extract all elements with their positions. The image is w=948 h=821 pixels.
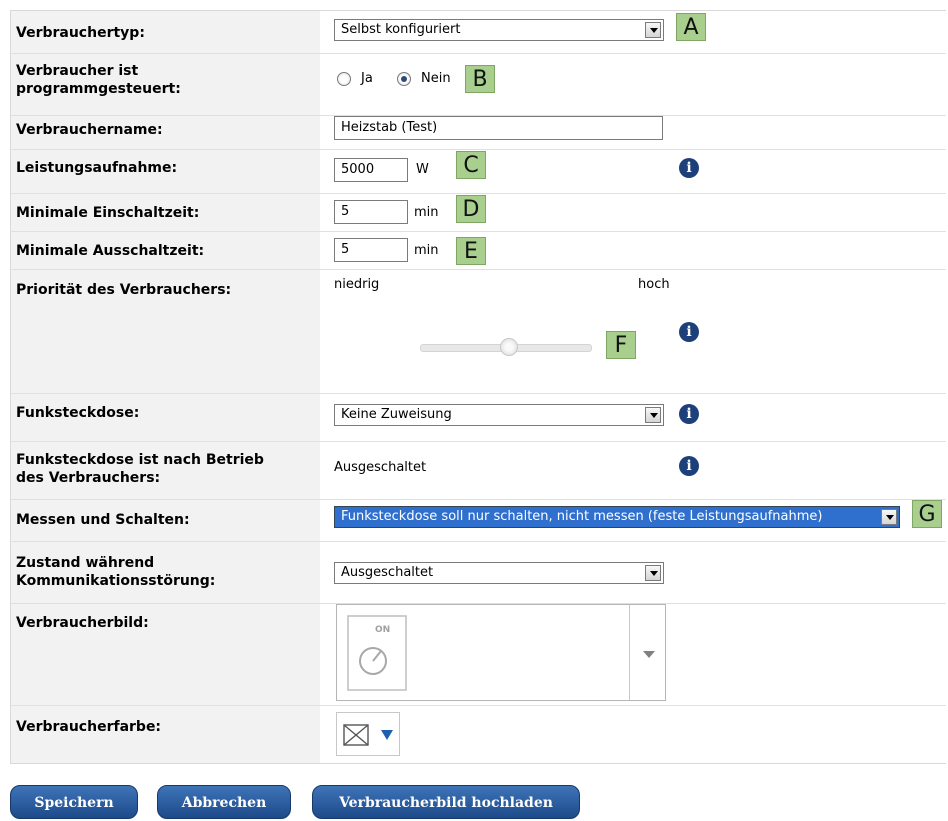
min-off-input[interactable]: 5: [334, 238, 408, 262]
row-divider: [10, 441, 946, 442]
info-icon[interactable]: i: [679, 456, 699, 476]
row-divider: [10, 499, 946, 500]
marker-a: A: [676, 13, 706, 41]
upload-image-button[interactable]: Verbraucherbild hochladen: [312, 785, 580, 819]
save-button[interactable]: Speichern: [10, 785, 138, 819]
consumer-image-picker[interactable]: ON: [336, 604, 666, 701]
socket-after-label: Funksteckdose ist nach Betrieb des Verbr…: [16, 452, 264, 486]
chevron-down-icon[interactable]: [643, 651, 655, 658]
radio-no-label: Nein: [421, 71, 451, 86]
min-on-unit: min: [414, 205, 439, 220]
measure-switch-select[interactable]: Funksteckdose soll nur schalten, nicht m…: [334, 506, 900, 528]
caret-down-icon[interactable]: [381, 730, 393, 740]
color-label: Verbraucherfarbe:: [16, 719, 162, 735]
priority-slider-handle[interactable]: [500, 338, 518, 356]
row-divider: [10, 193, 946, 194]
comm-failure-select[interactable]: Ausgeschaltet: [334, 562, 664, 584]
measure-switch-value: Funksteckdose soll nur schalten, nicht m…: [341, 509, 823, 524]
priority-high-label: hoch: [638, 277, 670, 292]
chevron-down-icon[interactable]: [881, 509, 897, 525]
radio-yes[interactable]: [337, 72, 351, 86]
radio-yes-label: Ja: [361, 71, 373, 86]
socket-value: Keine Zuweisung: [341, 407, 452, 422]
marker-d: D: [456, 195, 486, 223]
marker-g: G: [912, 500, 942, 528]
row-divider: [10, 149, 946, 150]
power-input[interactable]: 5000: [334, 158, 408, 182]
priority-label: Priorität des Verbrauchers:: [16, 282, 232, 298]
row-divider: [10, 705, 946, 706]
chevron-down-icon[interactable]: [645, 22, 661, 38]
min-off-label: Minimale Ausschaltzeit:: [16, 243, 205, 259]
program-controlled-label: Verbraucher ist programmgesteuert:: [16, 63, 181, 97]
row-divider: [10, 231, 946, 232]
row-divider: [10, 53, 946, 54]
consumer-name-label: Verbrauchername:: [16, 122, 163, 138]
image-label: Verbraucherbild:: [16, 615, 149, 631]
consumer-type-value: Selbst konfiguriert: [341, 22, 461, 37]
consumer-type-label: Verbrauchertyp:: [16, 25, 145, 41]
consumer-name-input[interactable]: Heizstab (Test): [334, 116, 663, 140]
power-switch-text: ON: [375, 625, 391, 635]
row-divider: [10, 541, 946, 542]
marker-b: B: [465, 65, 495, 93]
measure-switch-label: Messen und Schalten:: [16, 512, 190, 528]
consumer-color-picker[interactable]: [336, 712, 400, 756]
radio-no[interactable]: [397, 72, 411, 86]
picker-divider: [629, 605, 630, 700]
comm-failure-value: Ausgeschaltet: [341, 565, 434, 580]
info-icon[interactable]: i: [679, 322, 699, 342]
power-unit: W: [416, 162, 429, 177]
power-label: Leistungsaufnahme:: [16, 160, 178, 176]
no-color-icon: [343, 724, 369, 746]
socket-select[interactable]: Keine Zuweisung: [334, 404, 664, 426]
comm-failure-label: Zustand während Kommunikationsstörung:: [16, 555, 216, 589]
marker-c: C: [456, 151, 486, 179]
info-icon[interactable]: i: [679, 404, 699, 424]
socket-after-value: Ausgeschaltet: [334, 460, 427, 475]
consumer-type-select[interactable]: Selbst konfiguriert: [334, 19, 664, 41]
socket-label: Funksteckdose:: [16, 405, 140, 421]
cancel-button[interactable]: Abbrechen: [157, 785, 291, 819]
marker-f: F: [606, 331, 636, 359]
chevron-down-icon[interactable]: [645, 565, 661, 581]
marker-e: E: [456, 237, 486, 265]
row-divider: [10, 393, 946, 394]
min-on-input[interactable]: 5: [334, 200, 408, 224]
chevron-down-icon[interactable]: [645, 407, 661, 423]
info-icon[interactable]: i: [679, 158, 699, 178]
min-on-label: Minimale Einschaltzeit:: [16, 205, 200, 221]
row-divider: [10, 269, 946, 270]
min-off-unit: min: [414, 243, 439, 258]
priority-low-label: niedrig: [334, 277, 380, 292]
